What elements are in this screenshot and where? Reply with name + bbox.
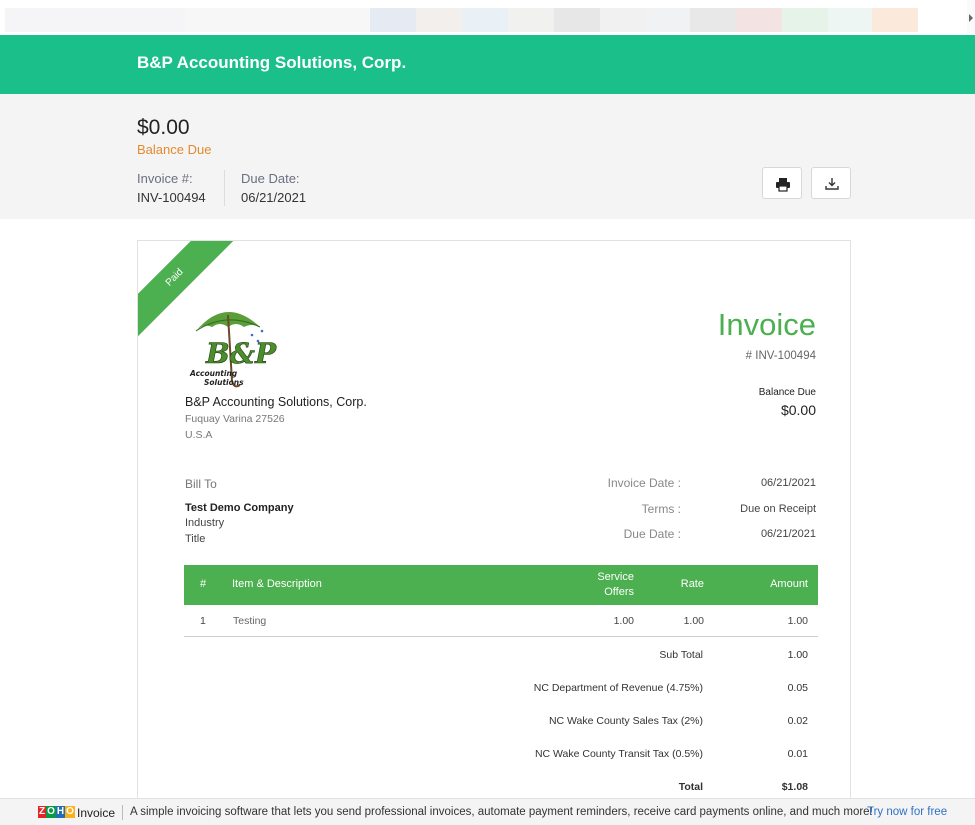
subtotal-value: 1.00 — [787, 649, 808, 661]
tax-label: NC Wake County Sales Tax (2%) — [548, 715, 703, 727]
document-balance-value: $0.00 — [780, 402, 816, 418]
document-title: Invoice — [717, 307, 816, 342]
invoice-date-value: 06/21/2021 — [760, 477, 816, 489]
tab-thumbnail[interactable] — [462, 8, 508, 32]
col-quantity: Service Offers — [597, 571, 634, 598]
seller-name: B&P Accounting Solutions, Corp. — [185, 395, 367, 409]
tab-thumbnail[interactable] — [185, 8, 370, 32]
browser-tab-strip — [0, 0, 975, 35]
document-number: # INV-100494 — [745, 350, 816, 362]
balance-amount: $0.00 — [137, 116, 190, 139]
tab-thumbnail[interactable] — [554, 8, 600, 32]
col-quantity-line: Offers — [604, 586, 634, 598]
scrollbar[interactable] — [967, 0, 975, 35]
tab-thumbnail[interactable] — [690, 8, 736, 32]
product-name: Invoice — [77, 806, 116, 820]
col-rate: Rate — [680, 578, 704, 590]
col-quantity-line: Service — [597, 571, 634, 583]
footer-divider — [122, 805, 123, 820]
promo-footer: ZOHO Invoice A simple invoicing software… — [0, 798, 975, 825]
tab-thumbnail[interactable] — [782, 8, 828, 32]
due-date-detail-label: Due Date : — [623, 527, 681, 541]
org-name: B&P Accounting Solutions, Corp. — [137, 53, 407, 72]
zoho-logo: ZOHO — [38, 806, 75, 818]
balance-due-label: Balance Due — [137, 142, 212, 157]
cell-rate: 1.00 — [683, 615, 704, 627]
subtotal-label: Sub Total — [659, 649, 703, 661]
print-button[interactable] — [762, 167, 802, 199]
seller-country: U.S.A — [185, 429, 213, 441]
tax-value: 0.01 — [787, 748, 808, 760]
tab-thumbnail[interactable] — [5, 8, 185, 32]
tab-thumbnail[interactable] — [646, 8, 690, 32]
due-date-value: 06/21/2021 — [241, 190, 307, 205]
tab-thumbnail[interactable] — [416, 8, 462, 32]
due-date-label: Due Date: — [241, 171, 300, 186]
col-number: # — [200, 578, 207, 590]
total-label: Total — [678, 781, 703, 793]
invoice-summary: $0.00 Balance Due Invoice #: INV-100494 … — [0, 94, 975, 219]
tax-value: 0.02 — [787, 715, 808, 727]
invoice-number-value: INV-100494 — [137, 190, 206, 205]
try-now-link[interactable]: Try now for free — [867, 806, 947, 818]
printer-icon — [776, 178, 790, 192]
table-row: 1 Testing 1.00 1.00 1.00 — [184, 606, 818, 637]
tab-thumbnail[interactable] — [508, 8, 554, 32]
tab-thumbnail[interactable] — [600, 8, 646, 32]
tax-label: NC Wake County Transit Tax (0.5%) — [534, 748, 703, 760]
cell-quantity: 1.00 — [613, 615, 634, 627]
tab-thumbnail[interactable] — [736, 8, 782, 32]
download-button[interactable] — [811, 167, 851, 199]
bill-to-line: Title — [185, 533, 206, 545]
cell-number: 1 — [200, 615, 206, 627]
items-table-header: # Item & Description Service Offers Rate… — [184, 565, 818, 605]
col-amount: Amount — [770, 578, 808, 590]
cell-amount: 1.00 — [787, 615, 808, 627]
logo-letter: H — [55, 806, 66, 818]
download-icon — [825, 178, 839, 190]
tab-thumbnail[interactable] — [872, 8, 918, 32]
org-header-bar: B&P Accounting Solutions, Corp. — [0, 35, 975, 94]
bill-to-label: Bill To — [185, 477, 217, 491]
logo-letter: O — [65, 806, 75, 818]
tab-thumbnail[interactable] — [828, 8, 872, 32]
bill-to-line: Industry — [185, 517, 225, 529]
cell-item: Testing — [233, 615, 267, 627]
terms-value: Due on Receipt — [740, 503, 816, 515]
invoice-document: Paid B&P Accounting Solutions B&P Accoun… — [137, 240, 851, 825]
document-balance-label: Balance Due — [758, 387, 816, 398]
company-logo: B&P Accounting Solutions — [186, 301, 286, 393]
summary-divider — [224, 170, 225, 206]
logo-letter: O — [46, 806, 56, 818]
invoice-number-label: Invoice #: — [137, 171, 193, 186]
invoice-date-label: Invoice Date : — [607, 476, 681, 490]
tab-thumbnail[interactable] — [370, 8, 416, 32]
bill-to-name: Test Demo Company — [185, 502, 294, 514]
logo-monogram: B&P — [205, 337, 277, 370]
logo-letter: Z — [38, 806, 47, 818]
logo-subtitle: Solutions — [204, 378, 244, 387]
due-date-detail-value: 06/21/2021 — [760, 528, 816, 540]
tax-value: 0.05 — [787, 682, 808, 694]
total-value: $1.08 — [781, 781, 808, 793]
tax-label: NC Department of Revenue (4.75%) — [533, 682, 703, 694]
promo-text: A simple invoicing software that lets yo… — [130, 806, 873, 818]
seller-city: Fuquay Varina 27526 — [185, 413, 285, 425]
col-item: Item & Description — [232, 578, 322, 590]
logo-subtitle: Accounting — [189, 369, 238, 378]
terms-label: Terms : — [641, 502, 681, 516]
